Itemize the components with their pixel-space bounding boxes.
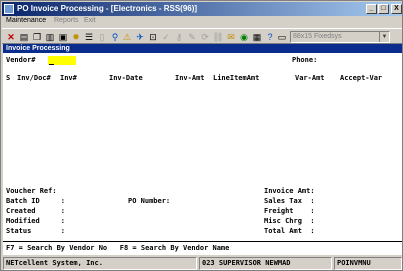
app-icon[interactable] bbox=[4, 4, 14, 14]
function-key-help: F7 = Search By Vendor No F8 = Search By … bbox=[6, 244, 230, 252]
status-company: NETcellent System, Inc. bbox=[3, 257, 197, 270]
menu-reports[interactable]: Reports bbox=[54, 17, 79, 24]
col-inv-amt: Inv-Amt bbox=[175, 74, 205, 82]
screen-header: Invoice Processing bbox=[6, 45, 70, 52]
col-inv-doc: Inv/Doc# bbox=[17, 74, 51, 82]
terminal-screen: Invoice Processing Vendor# Phone: S Inv/… bbox=[3, 44, 402, 255]
menu-bar: Maintenance Reports Exit bbox=[2, 16, 402, 27]
notes-icon[interactable]: ☰ bbox=[83, 31, 95, 43]
find-icon[interactable]: ✈ bbox=[134, 31, 146, 43]
col-s: S bbox=[6, 74, 11, 82]
help-icon[interactable]: ? bbox=[264, 31, 276, 43]
search-icon[interactable]: ⚲ bbox=[109, 31, 121, 43]
col-var-amt: Var-Amt bbox=[295, 74, 325, 82]
status-program: POINVMNU bbox=[334, 257, 402, 270]
toolbar: ✕ ▤ ❐ ▥ ▣ ✹ ☰ ▯ ⚲ ⚠ ✈ ⊡ ✓ ⚷ ✎ ⟳ ⛓ ✉ ◉ ▦ … bbox=[2, 28, 402, 44]
close-button[interactable]: X bbox=[391, 4, 402, 14]
minimize-button[interactable]: _ bbox=[366, 4, 377, 14]
status-bar: NETcellent System, Inc. 023 SUPERVISOR N… bbox=[3, 257, 402, 270]
settings-icon[interactable]: ✹ bbox=[70, 31, 82, 43]
print-icon[interactable]: ▤ bbox=[18, 31, 30, 43]
window-title: PO Invoice Processing - [Electronics - R… bbox=[17, 4, 198, 13]
copy-icon[interactable]: ❐ bbox=[31, 31, 43, 43]
text-cursor bbox=[49, 64, 54, 65]
refresh-icon[interactable]: ⟳ bbox=[199, 31, 211, 43]
screen-header-bar: Invoice Processing bbox=[3, 44, 402, 53]
title-bar: PO Invoice Processing - [Electronics - R… bbox=[2, 2, 402, 16]
total-amt-label: Total Amt : bbox=[264, 227, 315, 235]
calendar-icon[interactable]: ▦ bbox=[251, 31, 263, 43]
col-line-item-amt: LineItemAmt bbox=[213, 74, 260, 82]
menu-exit[interactable]: Exit bbox=[84, 17, 96, 24]
key-icon[interactable]: ⚷ bbox=[173, 31, 185, 43]
font-select[interactable]: 88x15 Fixedsys ▼ bbox=[290, 31, 390, 43]
paste-icon[interactable]: ▥ bbox=[44, 31, 56, 43]
vendor-input[interactable] bbox=[48, 56, 76, 65]
batch-id-label: Batch ID : bbox=[6, 197, 66, 205]
misc-chrg-label: Misc Chrg : bbox=[264, 217, 315, 225]
invoice-amt-label: Invoice Amt: bbox=[264, 187, 315, 195]
menu-maintenance[interactable]: Maintenance bbox=[6, 17, 46, 24]
attach-icon[interactable]: ✉ bbox=[225, 31, 237, 43]
chevron-down-icon[interactable]: ▼ bbox=[379, 32, 389, 42]
freight-label: Freight : bbox=[264, 207, 315, 215]
created-label: Created : bbox=[6, 207, 66, 215]
document-icon[interactable]: ▯ bbox=[96, 31, 108, 43]
window-icon[interactable]: ▭ bbox=[276, 31, 288, 43]
modified-label: Modified : bbox=[6, 217, 66, 225]
col-inv-num: Inv# bbox=[60, 74, 77, 82]
col-inv-date: Inv-Date bbox=[109, 74, 143, 82]
close-x-icon[interactable]: ✕ bbox=[5, 31, 17, 43]
save-icon[interactable]: ▣ bbox=[57, 31, 69, 43]
app-window: PO Invoice Processing - [Electronics - R… bbox=[0, 0, 403, 271]
status-label: Status : bbox=[6, 227, 66, 235]
link-icon[interactable]: ⛓ bbox=[212, 31, 224, 43]
col-accept-var: Accept-Var bbox=[340, 74, 383, 82]
edit-icon[interactable]: ✎ bbox=[186, 31, 198, 43]
function-key-divider bbox=[3, 241, 402, 242]
maximize-button[interactable]: □ bbox=[378, 4, 389, 14]
status-user: 023 SUPERVISOR NEWMAD bbox=[199, 257, 332, 270]
lock-icon[interactable]: ⊡ bbox=[147, 31, 159, 43]
warning-icon[interactable]: ⚠ bbox=[121, 31, 133, 43]
voucher-ref-label: Voucher Ref: bbox=[6, 187, 57, 195]
font-select-value: 88x15 Fixedsys bbox=[293, 33, 342, 40]
info-icon[interactable]: ◉ bbox=[238, 31, 250, 43]
sales-tax-label: Sales Tax : bbox=[264, 197, 315, 205]
vendor-label: Vendor# bbox=[6, 56, 36, 64]
check-icon[interactable]: ✓ bbox=[160, 31, 172, 43]
phone-label: Phone: bbox=[292, 56, 318, 64]
po-number-label: PO Number: bbox=[128, 197, 171, 205]
